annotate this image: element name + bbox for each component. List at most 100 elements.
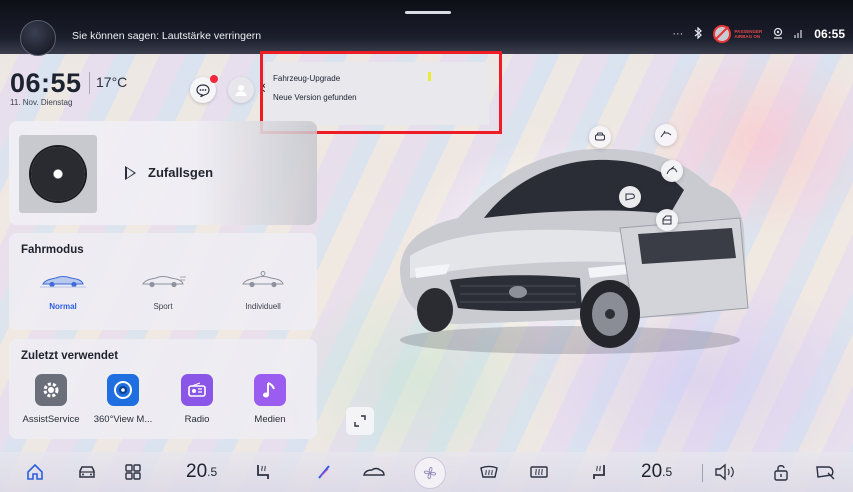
app-360view-label: 360°View M... <box>93 414 153 425</box>
apps-grid-button[interactable] <box>122 460 144 484</box>
car-icon <box>79 466 95 478</box>
driver-temp-decimal: .5 <box>207 465 218 479</box>
unlock-icon <box>774 465 788 481</box>
rear-defrost-icon <box>530 466 548 478</box>
rear-trunk-button[interactable] <box>655 124 677 146</box>
door-button[interactable] <box>656 209 678 231</box>
airbag-icon <box>713 25 732 43</box>
passenger-temperature[interactable]: 20.5 <box>641 460 691 484</box>
car-door-icon <box>662 215 672 225</box>
drive-mode-normal[interactable]: Normal <box>23 271 103 311</box>
play-icon[interactable] <box>125 166 136 180</box>
lock-button[interactable] <box>770 460 792 484</box>
car-roof-icon <box>666 166 678 175</box>
volume-button[interactable] <box>713 460 739 484</box>
track-title: Zufallsgen <box>148 165 214 180</box>
dock-divider <box>702 464 703 482</box>
rear-defrost-button[interactable] <box>528 460 550 484</box>
speaker-icon <box>715 463 734 481</box>
radio-icon <box>181 374 213 406</box>
drive-mode-individual[interactable]: Individuell <box>223 271 303 311</box>
app-radio[interactable]: Radio <box>167 374 227 425</box>
car-trunk-icon <box>660 130 672 138</box>
driver-temperature[interactable]: 20.5 <box>186 460 236 484</box>
status-clock: 06:55 <box>814 27 845 41</box>
grid-icon <box>125 464 141 480</box>
sunroof-button[interactable] <box>661 160 683 182</box>
mirror-icon <box>625 193 635 201</box>
outside-temperature: 17°C <box>96 74 128 90</box>
recent-apps-title: Zuletzt verwendet <box>21 350 119 362</box>
mirror-fold-button[interactable] <box>812 460 838 484</box>
drive-mode-title: Fahrmodus <box>21 244 84 256</box>
vehicle-image <box>400 148 749 354</box>
passenger-temp-value: 20 <box>641 461 663 482</box>
messages-button[interactable] <box>190 75 218 103</box>
status-icons: ··· PASSENGER AIRBAG ON 06:55 <box>672 25 845 43</box>
passenger-seat-heat-button[interactable] <box>588 460 610 484</box>
status-bar: Sie können sagen: Lautstärke verringern … <box>0 0 853 56</box>
recirculation-button[interactable] <box>360 460 388 484</box>
music-note-icon <box>254 374 286 406</box>
car-sport-icon <box>142 276 186 288</box>
vehicle-model[interactable] <box>380 118 760 358</box>
home-date: 11. Nov. Dienstag <box>10 98 73 107</box>
bottom-dock: 20.5 20.5 <box>0 452 853 492</box>
app-assistservice-label: AssistService <box>22 414 80 425</box>
unread-badge <box>210 75 218 83</box>
wiper-button[interactable] <box>313 460 335 484</box>
front-defrost-icon <box>480 465 498 478</box>
car-normal-icon <box>40 276 86 288</box>
passenger-temp-decimal: .5 <box>662 465 673 479</box>
user-profile-button[interactable] <box>228 77 254 103</box>
voice-hint-text: Sie können sagen: Lautstärke verringern <box>72 30 262 42</box>
camera-360-icon <box>107 374 139 406</box>
expand-view-button[interactable] <box>346 407 374 435</box>
signal-icon <box>794 28 804 41</box>
mirror-button[interactable] <box>619 186 641 208</box>
location-icon <box>772 27 784 42</box>
expand-icon <box>354 415 366 427</box>
gear-icon <box>35 374 67 406</box>
recent-apps-card: Zuletzt verwendet AssistService 360°View… <box>9 339 317 439</box>
drive-mode-sport[interactable]: Sport <box>123 271 203 311</box>
app-radio-label: Radio <box>184 414 210 425</box>
more-icon[interactable]: ··· <box>672 28 683 40</box>
side-mirror-icon <box>816 466 835 480</box>
fan-button[interactable] <box>414 457 446 489</box>
app-medien[interactable]: Medien <box>240 374 300 425</box>
seat-heat-icon <box>257 465 269 479</box>
front-trunk-button[interactable] <box>589 126 611 148</box>
passenger-airbag-indicator: PASSENGER AIRBAG ON <box>713 25 762 43</box>
home-icon <box>27 463 43 480</box>
vehicle-button[interactable] <box>75 460 99 484</box>
bluetooth-icon <box>693 25 703 42</box>
wiper-icon <box>318 465 330 479</box>
chat-bubble-icon <box>196 83 210 97</box>
user-icon <box>235 85 247 96</box>
driver-temp-value: 20 <box>186 461 208 482</box>
car-air-recirculation-icon <box>363 467 385 476</box>
home-button[interactable] <box>24 460 46 484</box>
drive-mode-card: Fahrmodus Normal Sport Individuell <box>9 233 317 330</box>
seat-heat-icon <box>593 465 605 479</box>
drive-mode-normal-label: Normal <box>49 302 77 311</box>
drive-mode-sport-label: Sport <box>153 302 173 311</box>
notification-pull-handle[interactable] <box>405 11 451 14</box>
app-medien-label: Medien <box>254 414 286 425</box>
car-individual-icon <box>242 271 284 288</box>
vinyl-icon <box>31 147 85 201</box>
media-card[interactable]: Zufallsgen <box>9 121 317 225</box>
drive-mode-individual-label: Individuell <box>245 302 281 311</box>
airbag-text-line2: AIRBAG ON <box>734 34 761 39</box>
driver-seat-heat-button[interactable] <box>252 460 274 484</box>
front-defrost-button[interactable] <box>478 460 500 484</box>
app-assistservice[interactable]: AssistService <box>21 374 81 425</box>
album-art <box>19 135 97 213</box>
voice-assistant-avatar[interactable] <box>20 20 56 56</box>
time-divider <box>89 72 90 94</box>
home-screen: Sie können sagen: Lautstärke verringern … <box>0 0 853 492</box>
fan-icon <box>423 466 437 480</box>
car-front-icon <box>595 132 605 141</box>
app-360view[interactable]: 360°View M... <box>93 374 153 425</box>
